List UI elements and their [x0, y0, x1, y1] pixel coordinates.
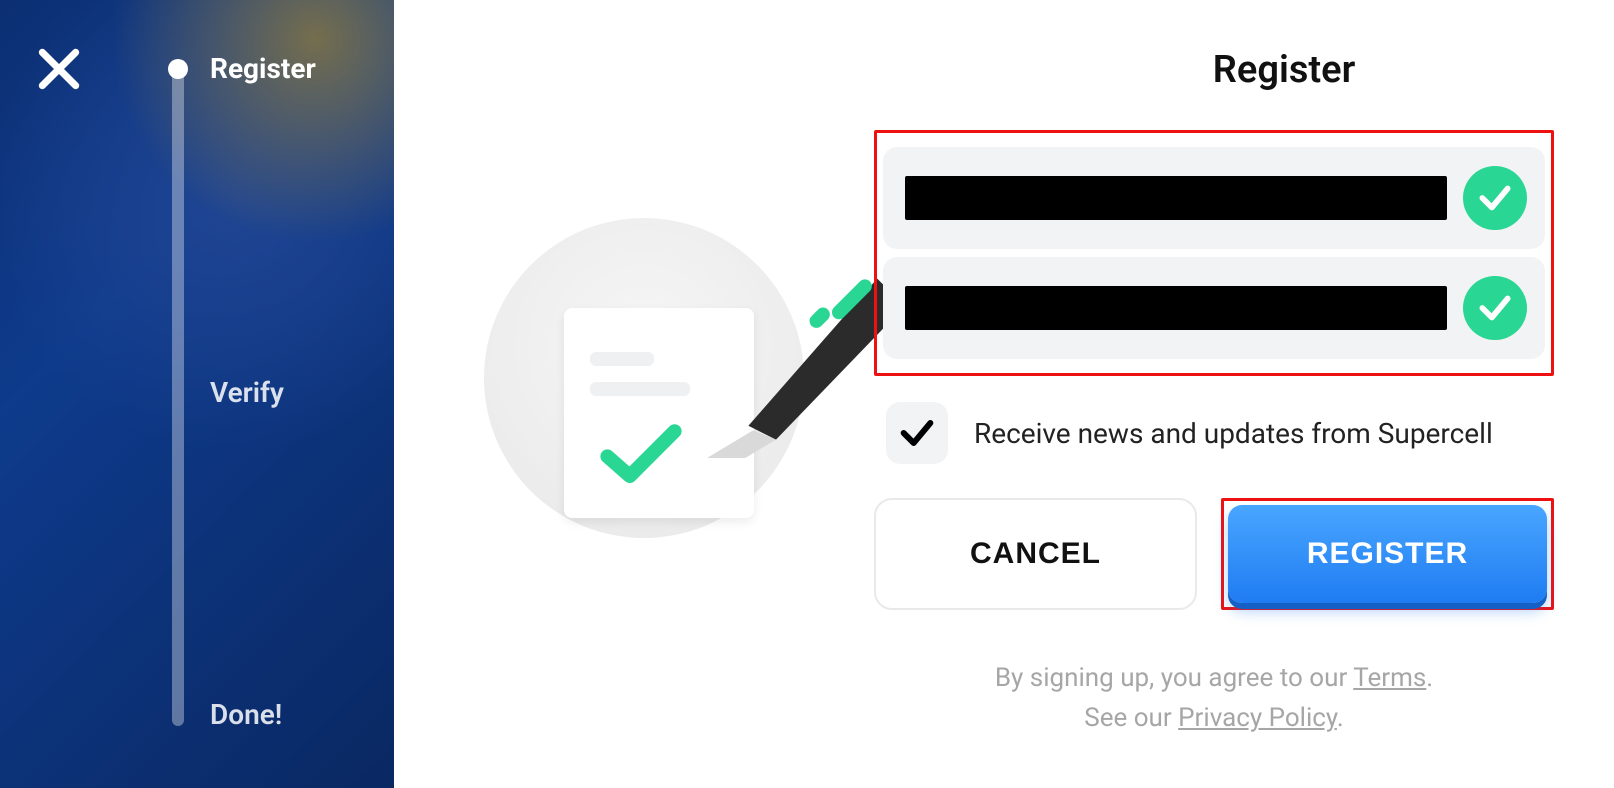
field-valid-badge [1463, 166, 1527, 230]
input-fields-group [874, 130, 1554, 376]
step-verify: Verify [164, 376, 284, 409]
button-row: CANCEL REGISTER [874, 498, 1554, 610]
step-label: Verify [210, 376, 284, 409]
check-icon [1476, 179, 1514, 217]
field-valid-badge [1463, 276, 1527, 340]
email-confirm-field[interactable] [883, 257, 1545, 359]
register-illustration [484, 218, 804, 538]
check-icon [1476, 289, 1514, 327]
page-title: Register [394, 48, 1614, 92]
step-label: Done! [210, 698, 282, 731]
register-button-highlight: REGISTER [1221, 498, 1554, 610]
step-register: Register [164, 52, 316, 85]
newsletter-label: Receive news and updates from Supercell [974, 417, 1493, 450]
cancel-button[interactable]: CANCEL [874, 498, 1197, 610]
terms-link[interactable]: Terms [1353, 663, 1426, 693]
email-value-redacted [905, 176, 1447, 220]
step-label: Register [210, 52, 316, 85]
step-dot-icon [164, 701, 192, 729]
legal-text: By signing up, you agree to our Terms. S… [874, 658, 1554, 739]
main-panel: Register [394, 0, 1614, 788]
legal-line1-pre: By signing up, you agree to our [995, 663, 1353, 693]
step-dot-icon [164, 55, 192, 83]
close-icon [34, 44, 84, 94]
close-button[interactable] [34, 44, 84, 94]
privacy-link[interactable]: Privacy Policy [1178, 703, 1337, 733]
register-form: Receive news and updates from Supercell … [874, 130, 1554, 739]
step-dot-icon [164, 379, 192, 407]
step-done: Done! [164, 698, 282, 731]
newsletter-checkbox[interactable] [886, 402, 948, 464]
legal-line2-pre: See our [1084, 703, 1178, 733]
legal-line2-post: . [1337, 703, 1344, 733]
email-confirm-value-redacted [905, 286, 1447, 330]
check-icon [596, 420, 686, 490]
check-icon [897, 413, 937, 453]
sidebar: Register Verify Done! [0, 0, 394, 788]
legal-line1-post: . [1426, 663, 1433, 693]
register-button[interactable]: REGISTER [1228, 505, 1547, 603]
newsletter-row: Receive news and updates from Supercell [886, 402, 1554, 464]
email-field[interactable] [883, 147, 1545, 249]
